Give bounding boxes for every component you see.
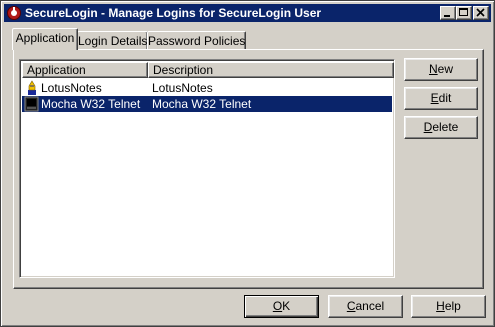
help-mnemonic: H [436, 299, 445, 313]
edit-mnemonic: E [430, 91, 439, 105]
list-header: Application Description [22, 62, 394, 78]
delete-label: elete [432, 120, 459, 134]
minimize-button[interactable] [440, 6, 456, 20]
cancel-button[interactable]: Cancel [328, 295, 403, 318]
application-name: LotusNotes [41, 81, 102, 95]
ok-mnemonic: O [272, 299, 283, 313]
tab-password-policies-label: Password Policies [148, 34, 246, 48]
minimize-icon [444, 15, 450, 17]
tab-password-policies[interactable]: Password Policies [147, 31, 246, 50]
help-button[interactable]: Help [411, 295, 486, 318]
terminal-icon [24, 96, 39, 112]
delete-button[interactable]: Delete [404, 116, 478, 139]
application-description: LotusNotes [152, 81, 213, 95]
new-button[interactable]: New [404, 58, 478, 81]
application-name: Mocha W32 Telnet [41, 97, 141, 111]
new-label: ew [437, 62, 453, 76]
maximize-button[interactable] [456, 6, 472, 20]
list-item-mocha-w32-telnet[interactable]: Mocha W32 Telnet Mocha W32 Telnet [22, 96, 392, 112]
column-header-application[interactable]: Application [22, 62, 148, 78]
cancel-label: ancel [355, 299, 385, 313]
maximize-icon [459, 8, 468, 16]
application-description: Mocha W32 Telnet [152, 97, 252, 111]
tab-application-label: Application [15, 31, 75, 45]
dialog-window: SecureLogin - Manage Logins for SecureLo… [0, 0, 495, 327]
ok-label: K [282, 299, 291, 313]
edit-label: dit [438, 91, 452, 105]
applications-list[interactable]: Application Description LotusNotes Lotus… [19, 59, 395, 278]
delete-mnemonic: D [423, 120, 433, 134]
tab-application[interactable]: Application [12, 28, 78, 50]
close-button[interactable] [473, 6, 489, 20]
list-item-lotusnotes[interactable]: LotusNotes LotusNotes [22, 80, 392, 96]
edit-button[interactable]: Edit [404, 87, 478, 110]
title-bar[interactable]: SecureLogin - Manage Logins for SecureLo… [4, 4, 491, 22]
securelogin-app-icon [7, 6, 21, 20]
lotus-notes-icon [28, 80, 36, 95]
tab-login-details[interactable]: Login Details [77, 31, 148, 50]
ok-button[interactable]: OK [244, 295, 319, 318]
help-label: elp [444, 299, 461, 313]
column-header-description[interactable]: Description [148, 62, 394, 78]
tab-login-details-label: Login Details [78, 34, 148, 48]
close-icon [476, 8, 485, 17]
window-title: SecureLogin - Manage Logins for SecureLo… [25, 6, 322, 20]
new-mnemonic: N [428, 62, 438, 76]
